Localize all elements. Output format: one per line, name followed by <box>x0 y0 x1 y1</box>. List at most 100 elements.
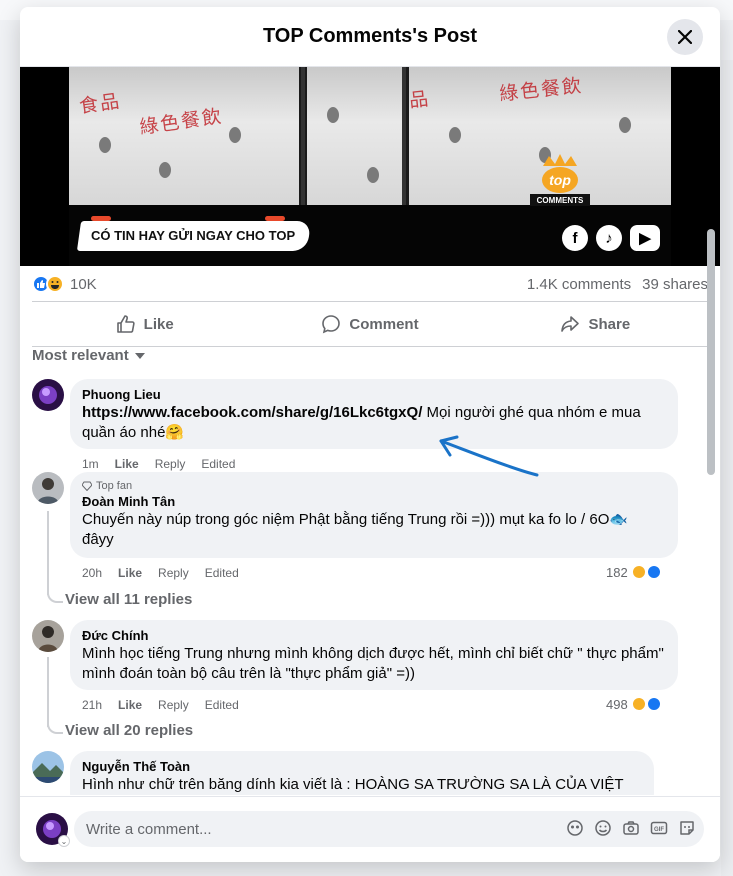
scrollbar-thumb[interactable] <box>707 229 715 475</box>
sticker-icon[interactable] <box>678 819 696 837</box>
comment-composer: ⌄ GIF <box>20 796 720 862</box>
view-replies-button[interactable]: View all 11 replies <box>65 591 192 608</box>
comment-icon <box>322 315 341 334</box>
diamond-icon <box>82 481 92 491</box>
box-hole <box>99 137 111 153</box>
edited-label: Edited <box>204 698 239 712</box>
comment-like-button[interactable]: Like <box>115 457 139 471</box>
post-scroll-area[interactable]: 食品 綠色餐飲 品 綠色餐飲 CÓ TIN HAY GỬI NGAY CHO T… <box>20 67 720 795</box>
comment-sort-dropdown[interactable]: Most relevant <box>32 347 145 364</box>
comment-time[interactable]: 20h <box>82 566 102 580</box>
avatar[interactable] <box>32 379 64 411</box>
comment-author[interactable]: Đức Chính <box>82 628 666 644</box>
comment-time[interactable]: 1m <box>82 457 99 471</box>
comment-like-button[interactable]: Like <box>118 698 142 712</box>
box-hole <box>229 127 241 143</box>
comment-text: Hình như chữ trên băng dính kia viết là … <box>82 776 624 793</box>
facebook-icon: f <box>562 225 588 251</box>
comment-reactions[interactable]: 498 <box>606 696 662 712</box>
camera-icon[interactable] <box>622 819 640 837</box>
thumbs-up-icon <box>116 315 135 333</box>
comment-text-part: mình đoán toàn bộ câu trên là "thực phẩm… <box>82 665 415 682</box>
reaction-count[interactable]: 10K <box>70 276 97 293</box>
avatar-sticker-icon[interactable] <box>566 819 584 837</box>
dialog-header: TOP Comments's Post <box>20 7 720 67</box>
avatar[interactable] <box>32 472 64 504</box>
badge-label: Top fan <box>96 480 133 492</box>
styrofoam-box <box>307 67 402 205</box>
emoji-icon[interactable] <box>594 819 612 837</box>
overlay-chars: 綠色餐飲 <box>498 74 585 106</box>
thread-connector <box>47 591 63 603</box>
like-button[interactable]: Like <box>32 302 257 346</box>
comment-bubble: Đức Chính Mình học tiếng Trung nhưng mìn… <box>70 620 678 690</box>
close-icon <box>678 30 692 44</box>
post-dialog: TOP Comments's Post 食品 綠色餐飲 品 綠色餐飲 CÓ TI… <box>20 7 720 862</box>
comment-count[interactable]: 1.4K comments <box>527 276 631 293</box>
reaction-icons[interactable] <box>32 275 64 293</box>
tiktok-icon: ♪ <box>596 225 622 251</box>
comment-reply-button[interactable]: Reply <box>155 457 186 471</box>
post-action-bar: Like Comment Share <box>32 301 708 347</box>
share-button[interactable]: Share <box>483 302 708 346</box>
svg-text:COMMENTS: COMMENTS <box>537 196 584 205</box>
avatar[interactable] <box>32 620 64 652</box>
thread-connector <box>47 722 63 734</box>
sort-label: Most relevant <box>32 347 129 364</box>
gif-icon[interactable]: GIF <box>650 819 668 837</box>
comment-meta: 21h Like Reply Edited <box>82 698 239 712</box>
edited-label: Edited <box>201 457 236 471</box>
comment-link[interactable]: https://www.facebook.com/share/g/16Lkc6t… <box>82 404 422 421</box>
comment-meta: 20h Like Reply Edited <box>82 566 239 580</box>
comment-text: Mình học tiếng Trung nhưng mình không dị… <box>82 644 666 684</box>
box-hole <box>327 107 339 123</box>
view-replies-button[interactable]: View all 20 replies <box>65 722 193 739</box>
thread-line <box>47 657 49 727</box>
comment-text-part: đâyy <box>82 531 114 548</box>
overlay-chars: 綠色餐飲 <box>138 105 225 139</box>
haha-reaction-icon <box>630 696 647 712</box>
comment-text-part: Mọi người ghé qua nhóm e mua <box>422 404 641 421</box>
comment-button[interactable]: Comment <box>257 302 482 346</box>
composer-tools: GIF <box>566 819 696 837</box>
comment-text-part: quần áo nhé <box>82 424 166 441</box>
comment-author[interactable]: Phuong Lieu <box>82 387 666 403</box>
comment-text-part: Mình học tiếng Trung nhưng mình không dị… <box>82 645 664 662</box>
comment-like-button[interactable]: Like <box>118 566 142 580</box>
box-hole <box>619 117 631 133</box>
thread-line <box>47 511 49 595</box>
tape-strap <box>301 67 305 205</box>
close-button[interactable] <box>667 19 703 55</box>
reactions-summary: 10K 1.4K comments 39 shares <box>32 271 708 297</box>
comment-author[interactable]: Đoàn Minh Tân <box>82 494 666 510</box>
comment-react-count: 498 <box>606 696 628 712</box>
styrofoam-box: 食品 綠色餐飲 <box>69 67 299 205</box>
comment-time[interactable]: 21h <box>82 698 102 712</box>
svg-text:top: top <box>549 172 571 188</box>
video-player[interactable]: 食品 綠色餐飲 品 綠色餐飲 CÓ TIN HAY GỬI NGAY CHO T… <box>20 67 720 266</box>
comment-author[interactable]: Nguyễn Thế Toàn <box>82 759 642 775</box>
banner-text: CÓ TIN HAY GỬI NGAY CHO TOP <box>91 228 296 243</box>
comment-reply-button[interactable]: Reply <box>158 698 189 712</box>
share-icon <box>561 316 580 332</box>
like-reaction-icon <box>645 696 662 712</box>
tape-strap <box>402 67 406 205</box>
haha-reaction-icon <box>46 275 64 293</box>
annotation-arrow <box>439 435 539 477</box>
chevron-down-icon[interactable]: ⌄ <box>58 835 70 847</box>
comment-text: https://www.facebook.com/share/g/16Lkc6t… <box>82 403 666 443</box>
top-comments-logo: top COMMENTS <box>530 154 590 206</box>
comment-text: Chuyến này núp trong góc niệm Phật bằng … <box>82 510 666 550</box>
comment-reply-button[interactable]: Reply <box>158 566 189 580</box>
like-label: Like <box>143 315 174 333</box>
haha-reaction-icon <box>630 564 647 580</box>
comment-bubble: Phuong Lieu https://www.facebook.com/sha… <box>70 379 678 449</box>
avatar[interactable] <box>32 751 64 783</box>
comment-bubble: Nguyễn Thế Toàn Hình như chữ trên băng d… <box>70 751 654 795</box>
comment-react-count: 182 <box>606 564 628 580</box>
emoji: 🤗 <box>165 424 185 441</box>
comment-text-part: Chuyến này núp trong góc niệm Phật bằng … <box>82 511 610 528</box>
comment-meta: 1m Like Reply Edited <box>82 457 235 471</box>
share-count[interactable]: 39 shares <box>642 276 708 293</box>
comment-reactions[interactable]: 182 <box>606 564 662 580</box>
